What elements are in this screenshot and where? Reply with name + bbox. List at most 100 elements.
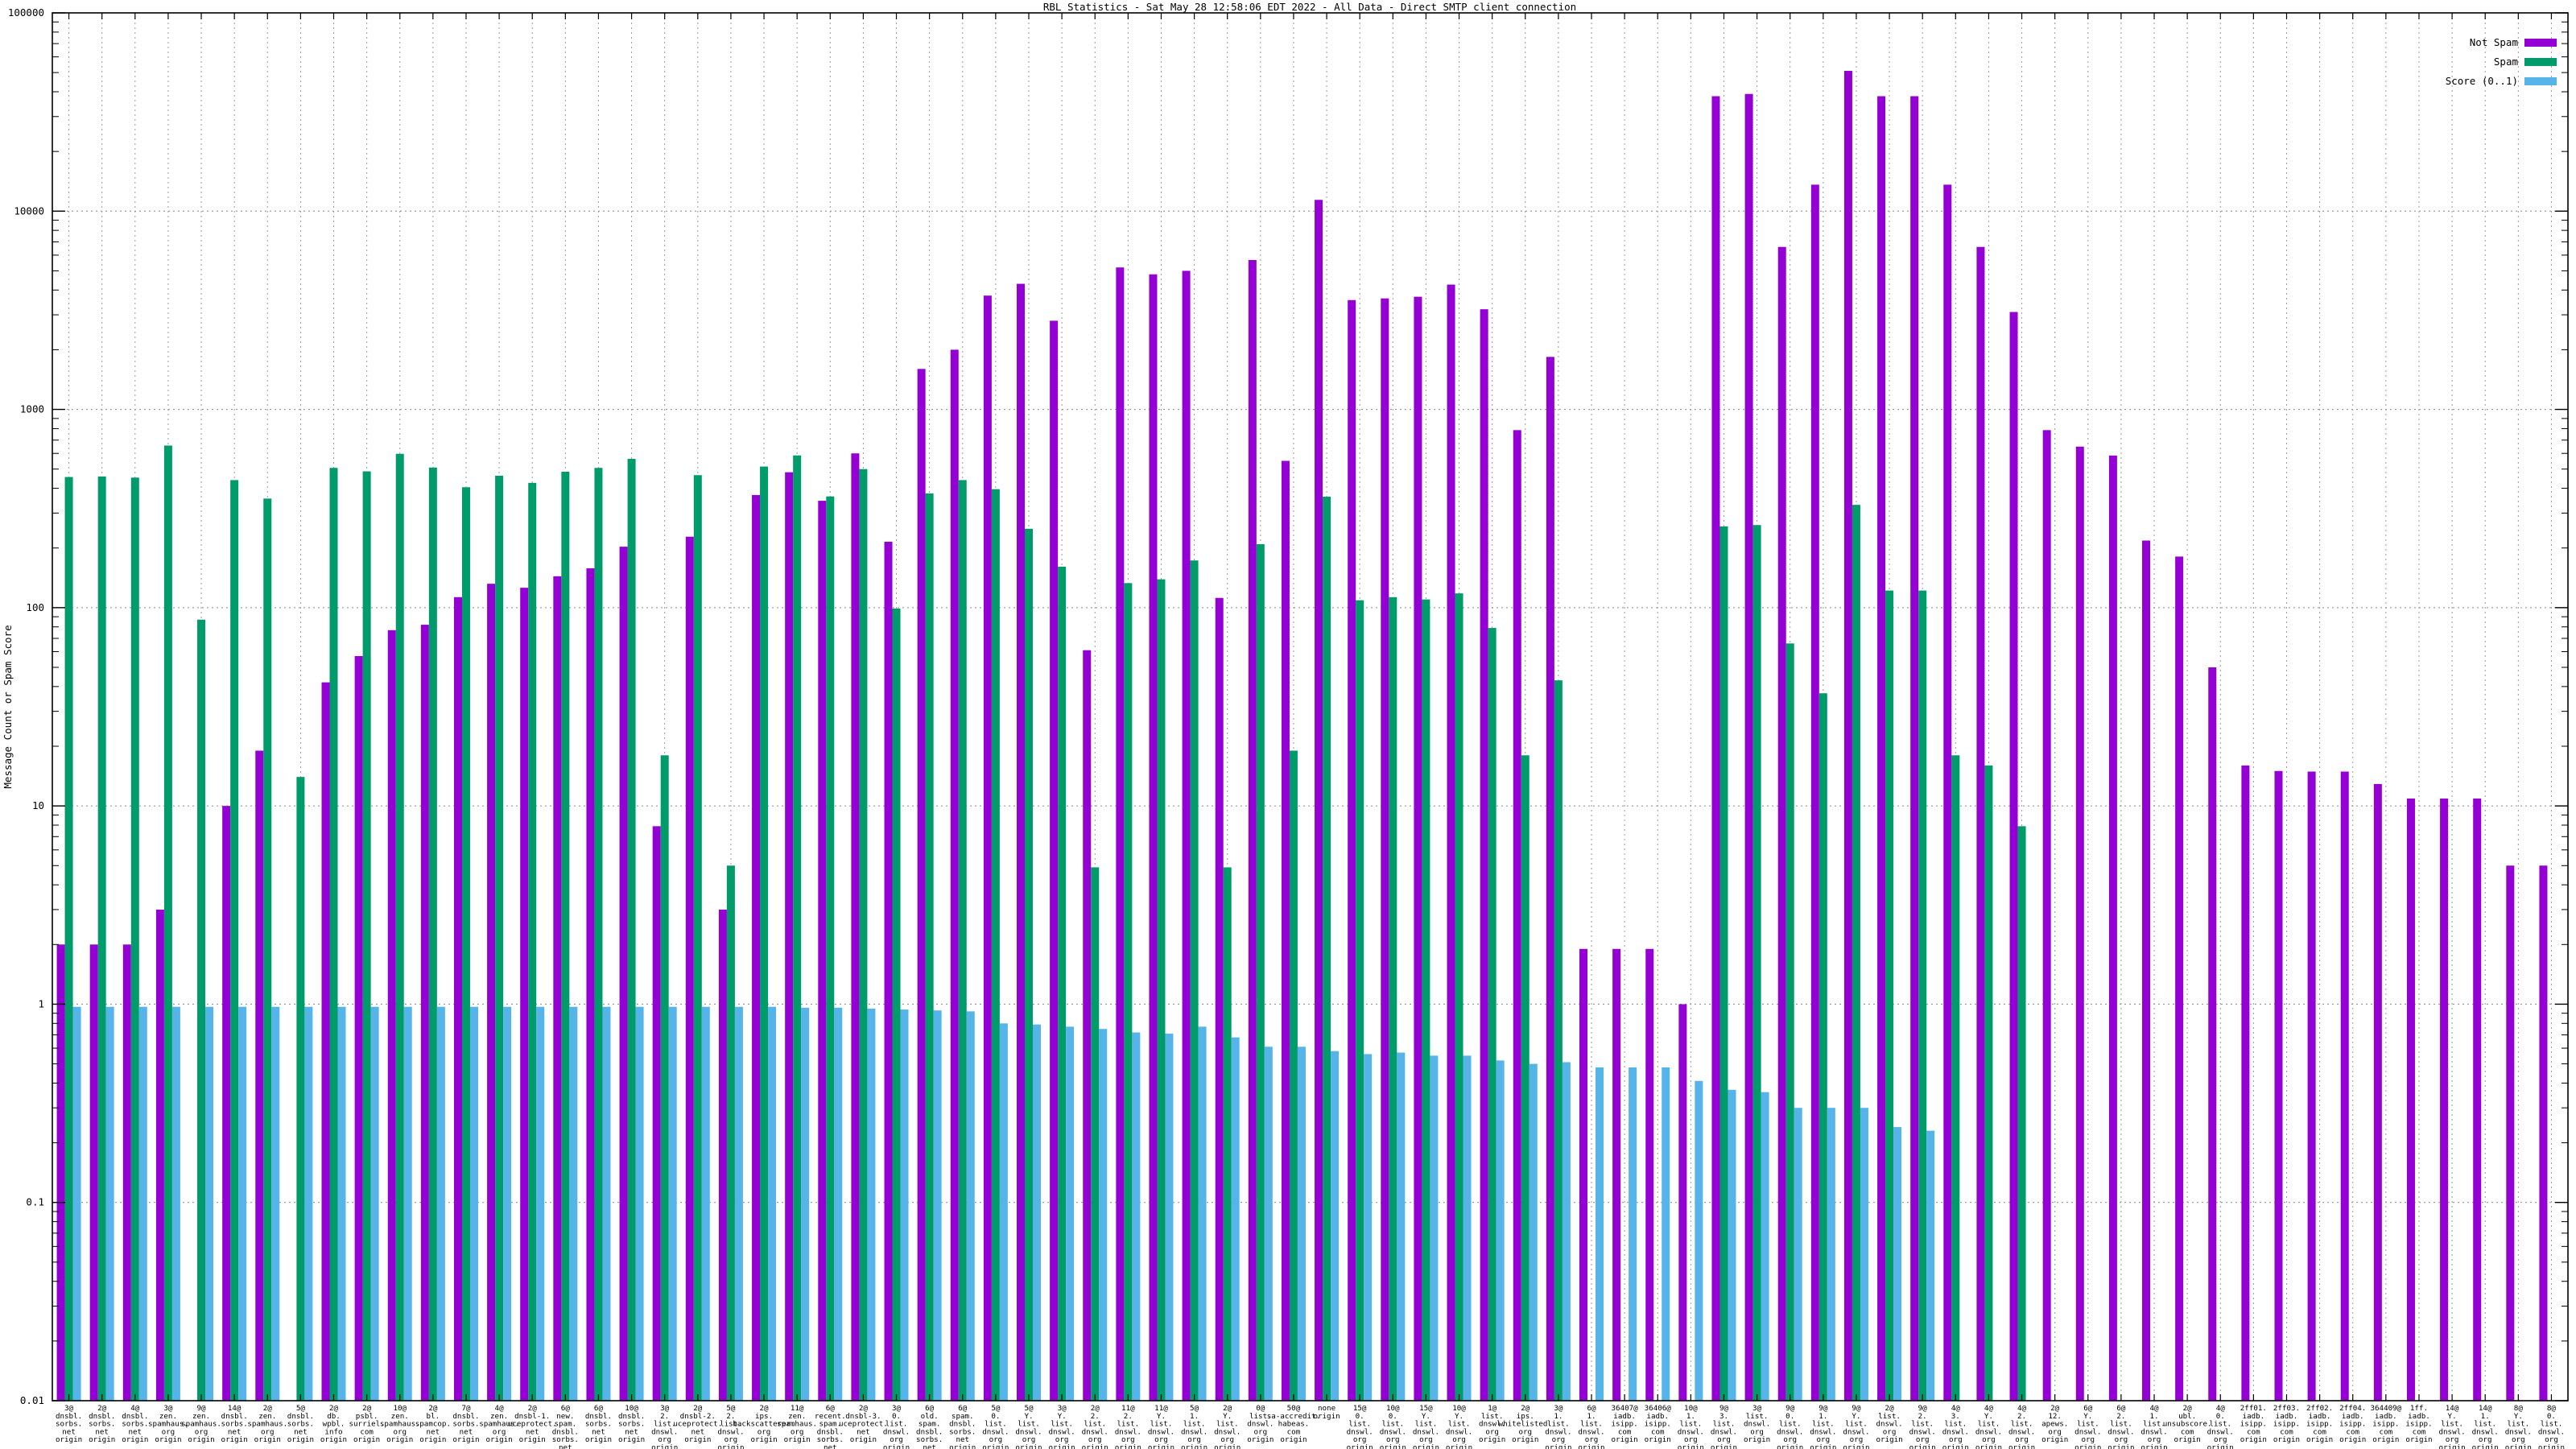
bar-not-spam [2406,798,2415,1401]
bar-spam [1752,525,1761,1401]
x-tick-label: origin [1612,1435,1638,1444]
y-tick-label: 1000 [20,403,44,415]
bar-spam [1024,528,1033,1401]
bar-score [536,1006,545,1401]
x-tick-label: net [559,1443,572,1449]
rbl-statistics-page: 0.01 0.1 1 10 100 1000 10000 100000 3@ dnsbl. sorb… [0,0,2576,1449]
bar-not-spam [1348,299,1356,1401]
bar-score [304,1006,313,1401]
bar-not-spam [851,453,860,1401]
legend-swatch-score [2524,77,2557,85]
x-tick-label: origin [2207,1443,2234,1449]
bar-not-spam [1116,267,1125,1402]
x-tick-label: origin [386,1435,413,1444]
bar-score [72,1006,81,1401]
y-tick-label: 1 [38,997,44,1009]
bar-score [1860,1108,1868,1401]
bar-spam [1058,566,1067,1401]
bar-spam [1289,750,1298,1401]
x-tick-label: origin [1214,1443,1241,1449]
legend-label-spam: Spam [2494,56,2518,68]
x-tick-label: origin [2174,1435,2201,1444]
bar-not-spam [1678,1004,1687,1401]
x-tick-label: origin [1115,1443,1141,1449]
bar-spam [64,477,73,1402]
x-tick-label: origin [1975,1443,2002,1449]
bar-not-spam [1943,184,1952,1402]
bar-score [602,1006,611,1401]
x-tick-label: net [923,1443,936,1449]
bar-spam [1719,526,1728,1401]
x-tick-label: origin [320,1435,347,1444]
bar-spam [130,477,139,1401]
bar-not-spam [1281,460,1290,1402]
bar-spam [230,480,239,1401]
x-tick-label: origin [1015,1443,1042,1449]
rbl-statistics-chart: 0.010.11101001000100001000003@dnsbl.sorb… [2,1,2569,1449]
bar-not-spam [255,750,264,1401]
bar-spam [1124,583,1133,1401]
bar-score [867,1008,876,1401]
bar-not-spam [1381,298,1389,1401]
bar-score [1496,1060,1505,1401]
bar-spam [1223,867,1232,1401]
x-tick-label: origin [1876,1435,1902,1444]
y-tick-label: 10 [32,799,44,811]
x-tick-label: origin [1645,1435,1671,1444]
bar-score [271,1006,280,1401]
bar-not-spam [2208,667,2217,1401]
x-tick-label: origin [750,1435,777,1444]
x-tick-label: origin [1049,1443,1075,1449]
x-tick-label: origin [452,1435,479,1444]
x-tick-label: origin [1711,1443,1737,1449]
bar-spam [1256,544,1265,1401]
x-tick-label: origin [2438,1443,2465,1449]
bar-score [734,1006,743,1401]
x-tick-label: origin [56,1435,82,1444]
bar-score [1066,1026,1075,1401]
bar-score [1629,1067,1637,1401]
bar-not-spam [122,944,131,1401]
y-tick-label: 10000 [14,204,44,217]
x-tick-label: origin [850,1435,877,1444]
bar-spam [428,467,437,1401]
bar-score [1662,1067,1670,1401]
x-tick-label: origin [254,1435,281,1444]
x-tick-label: origin [2107,1443,2134,1449]
bar-score [900,1009,909,1401]
legend: Not Spam Spam Score (0..1) [2446,36,2557,87]
y-tick-label: 100 [26,601,44,613]
x-tick-label: origin [1678,1443,1704,1449]
bar-not-spam [2307,771,2316,1401]
x-tick-label: origin [2505,1443,2532,1449]
x-tick-label: origin [982,1443,1009,1449]
bar-spam [760,466,769,1401]
bar-not-spam [917,369,926,1402]
x-tick-label: origin [684,1435,711,1444]
bar-not-spam [2340,771,2349,1401]
x-tick-label: origin [2405,1435,2432,1444]
x-tick-label: origin [1380,1443,1406,1449]
bar-not-spam [2175,556,2184,1402]
bar-spam [892,608,901,1401]
bar-spam [561,471,570,1401]
bar-spam [826,496,835,1401]
bar-score [1463,1055,1472,1401]
legend-label-not-spam: Not Spam [2470,36,2518,48]
bar-score [1827,1108,1835,1401]
bar-spam [97,476,106,1402]
bar-not-spam [1182,270,1191,1402]
bar-spam [925,493,934,1401]
bar-score [569,1006,578,1401]
x-tick-label: origin [1413,1443,1439,1449]
bar-not-spam [1744,93,1753,1401]
bar-not-spam [2108,455,2117,1401]
bar-spam [1455,593,1463,1401]
bar-score [205,1006,214,1401]
bar-not-spam [553,576,562,1401]
bar-not-spam [1777,246,1786,1401]
x-tick-label: origin [949,1443,976,1449]
bar-spam [693,475,702,1402]
x-tick-label: origin [485,1435,512,1444]
x-tick-label: origin [2538,1443,2565,1449]
